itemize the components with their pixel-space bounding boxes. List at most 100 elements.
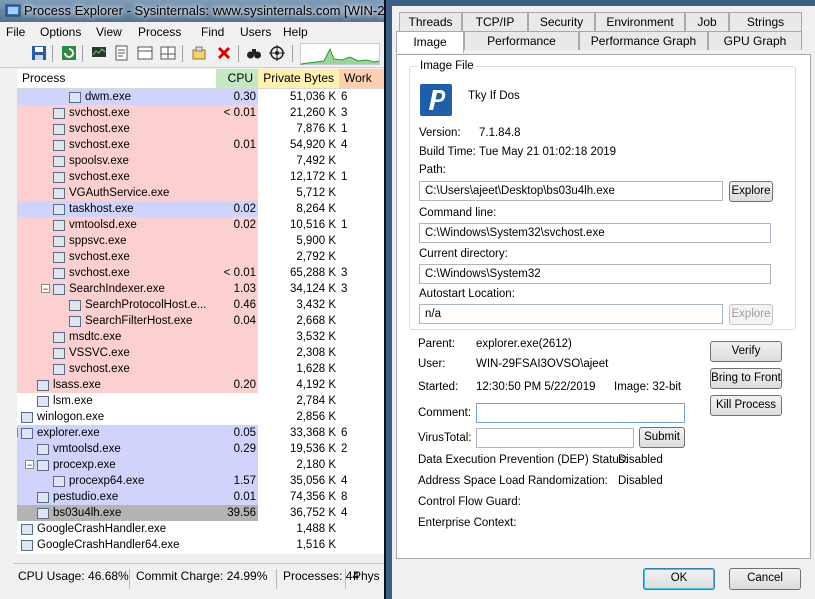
explore-path-button[interactable]: Explore bbox=[729, 181, 773, 202]
image-description: Tky If Dos bbox=[468, 90, 520, 102]
menu-find[interactable]: Find bbox=[201, 25, 224, 39]
process-icon bbox=[21, 411, 33, 423]
virustotal-field[interactable] bbox=[476, 428, 634, 448]
tab-job[interactable]: Job bbox=[685, 12, 729, 31]
title-bar[interactable]: Process Explorer - Sysinternals: www.sys… bbox=[0, 0, 384, 22]
kill-process-button[interactable]: Kill Process bbox=[710, 395, 782, 416]
save-icon[interactable] bbox=[30, 44, 48, 62]
process-name-text: pestudio.exe bbox=[53, 491, 119, 503]
tab-performance[interactable]: Performance bbox=[464, 31, 579, 50]
process-row[interactable]: GoogleCrashHandler64.exe 1,516 K bbox=[17, 537, 384, 553]
process-row[interactable]: sppsvc.exe 5,900 K bbox=[17, 233, 384, 249]
lower-pane-icon[interactable] bbox=[136, 44, 154, 62]
tab-gpu-graph[interactable]: GPU Graph bbox=[708, 31, 802, 50]
menu-users[interactable]: Users bbox=[240, 25, 271, 39]
properties-icon[interactable] bbox=[113, 44, 131, 62]
column-process[interactable]: Process bbox=[17, 69, 216, 88]
submit-button[interactable]: Submit bbox=[639, 427, 685, 448]
tab-strings[interactable]: Strings bbox=[729, 12, 802, 31]
toolbar-separator bbox=[238, 45, 239, 62]
process-cpu bbox=[216, 121, 256, 137]
process-row[interactable]: VSSVC.exe 2,308 K bbox=[17, 345, 384, 361]
process-row[interactable]: VGAuthService.exe 5,712 K bbox=[17, 185, 384, 201]
process-row[interactable]: GoogleCrashHandler.exe 1,488 K bbox=[17, 521, 384, 537]
process-row[interactable]: svchost.exe < 0.01 21,260 K 3 bbox=[17, 105, 384, 121]
process-row[interactable]: svchost.exe 12,172 K 1 bbox=[17, 169, 384, 185]
column-private-bytes[interactable]: Private Bytes bbox=[258, 69, 339, 88]
process-name-text: explorer.exe bbox=[37, 427, 100, 439]
process-working-set: 2 bbox=[341, 443, 348, 455]
process-row[interactable]: vmtoolsd.exe 0.02 10,516 K 1 bbox=[17, 217, 384, 233]
menu-file[interactable]: File bbox=[6, 25, 25, 39]
tab-performance-graph[interactable]: Performance Graph bbox=[579, 31, 708, 50]
system-info-icon[interactable] bbox=[90, 44, 108, 62]
process-row[interactable]: taskhost.exe 0.02 8,264 K bbox=[17, 201, 384, 217]
cpu-graph-icon[interactable] bbox=[300, 43, 380, 65]
process-private-bytes: 8,264 K bbox=[296, 203, 336, 215]
path-field[interactable]: C:\Users\ajeet\Desktop\bs03u4lh.exe bbox=[419, 181, 723, 201]
process-row[interactable]: lsass.exe 0.20 4,192 K bbox=[17, 377, 384, 393]
process-row[interactable]: msdtc.exe 3,532 K bbox=[17, 329, 384, 345]
autostart-location-field[interactable]: n/a bbox=[419, 304, 723, 324]
process-row[interactable]: svchost.exe 2,792 K bbox=[17, 249, 384, 265]
process-row[interactable]: spoolsv.exe 7,492 K bbox=[17, 153, 384, 169]
process-row[interactable]: svchost.exe 0.01 54,920 K 4 bbox=[17, 137, 384, 153]
process-row[interactable]: winlogon.exe 2,856 K bbox=[17, 409, 384, 425]
crosshair-icon[interactable] bbox=[268, 44, 286, 62]
process-row[interactable]: lsm.exe 2,784 K bbox=[17, 393, 384, 409]
process-row[interactable]: svchost.exe < 0.01 65,288 K 3 bbox=[17, 265, 384, 281]
process-row[interactable]: bs03u4lh.exe 39.56 36,752 K 4 bbox=[17, 505, 384, 521]
process-name-text: procexp64.exe bbox=[69, 475, 145, 487]
process-row[interactable]: − procexp.exe 2,180 K bbox=[17, 457, 384, 473]
menu-view[interactable]: View bbox=[96, 25, 122, 39]
explore-autostart-button[interactable]: Explore bbox=[729, 304, 773, 325]
process-name: dwm.exe bbox=[69, 89, 131, 105]
bring-to-front-button[interactable]: Bring to Front bbox=[710, 368, 782, 389]
process-name-text: sppsvc.exe bbox=[69, 235, 127, 247]
verify-button[interactable]: Verify bbox=[710, 341, 782, 362]
current-directory-field[interactable]: C:\Windows\System32 bbox=[419, 264, 771, 284]
dll-view-icon[interactable] bbox=[159, 44, 177, 62]
comment-field[interactable] bbox=[476, 403, 685, 423]
menu-process[interactable]: Process bbox=[138, 25, 181, 39]
tab-environment[interactable]: Environment bbox=[595, 12, 685, 31]
process-row[interactable]: pestudio.exe 0.01 74,356 K 8 bbox=[17, 489, 384, 505]
command-line-field[interactable]: C:\Windows\System32\svchost.exe bbox=[419, 223, 771, 243]
tab-image[interactable]: Image bbox=[396, 31, 464, 53]
column-cpu[interactable]: CPU bbox=[216, 69, 258, 88]
find-icon[interactable] bbox=[245, 44, 263, 62]
tab-tcpip[interactable]: TCP/IP bbox=[462, 12, 528, 31]
properties-dialog: Threads TCP/IP Security Environment Job … bbox=[386, 0, 815, 599]
process-row[interactable]: svchost.exe 7,876 K 1 bbox=[17, 121, 384, 137]
process-name-text: svchost.exe bbox=[69, 171, 130, 183]
column-working-set[interactable]: Work bbox=[339, 69, 384, 88]
process-row[interactable]: svchost.exe 1,628 K bbox=[17, 361, 384, 377]
process-private-bytes: 1,488 K bbox=[296, 523, 336, 535]
tree-expander-icon[interactable]: − bbox=[25, 460, 34, 470]
process-row[interactable]: − explorer.exe 0.05 33,368 K 6 bbox=[17, 425, 384, 441]
process-row[interactable]: SearchFilterHost.exe 0.04 2,668 K bbox=[17, 313, 384, 329]
cancel-button[interactable]: Cancel bbox=[729, 568, 801, 590]
tree-expander-icon[interactable]: − bbox=[17, 428, 18, 437]
process-cpu: 1.03 bbox=[233, 283, 256, 295]
process-row[interactable]: − SearchIndexer.exe 1.03 34,124 K 3 bbox=[17, 281, 384, 297]
process-private-bytes: 65,288 K bbox=[289, 267, 336, 279]
process-private-bytes: 7,876 K bbox=[296, 123, 336, 135]
process-row[interactable]: procexp64.exe 1.57 35,056 K 4 bbox=[17, 473, 384, 489]
handle-view-icon[interactable] bbox=[190, 44, 208, 62]
tab-threads[interactable]: Threads bbox=[399, 12, 462, 31]
process-list[interactable]: dwm.exe 0.30 51,036 K 6 svchost.exe < 0.01 21,… bbox=[17, 89, 384, 554]
process-row[interactable]: dwm.exe 0.30 51,036 K 6 bbox=[17, 89, 384, 105]
ok-button[interactable]: OK bbox=[643, 568, 715, 590]
menu-options[interactable]: Options bbox=[40, 25, 81, 39]
process-private-bytes: 2,792 K bbox=[296, 251, 336, 263]
process-row[interactable]: vmtoolsd.exe 0.29 19,536 K 2 bbox=[17, 441, 384, 457]
process-row[interactable]: SearchProtocolHost.e... 0.46 3,432 K bbox=[17, 297, 384, 313]
tree-expander-icon[interactable]: − bbox=[41, 284, 50, 294]
menu-help[interactable]: Help bbox=[283, 25, 308, 39]
process-name: procexp.exe bbox=[37, 457, 116, 473]
kill-process-icon[interactable] bbox=[215, 44, 233, 62]
process-working-set: 4 bbox=[341, 139, 348, 151]
refresh-icon[interactable] bbox=[60, 44, 78, 62]
tab-security[interactable]: Security bbox=[528, 12, 595, 31]
